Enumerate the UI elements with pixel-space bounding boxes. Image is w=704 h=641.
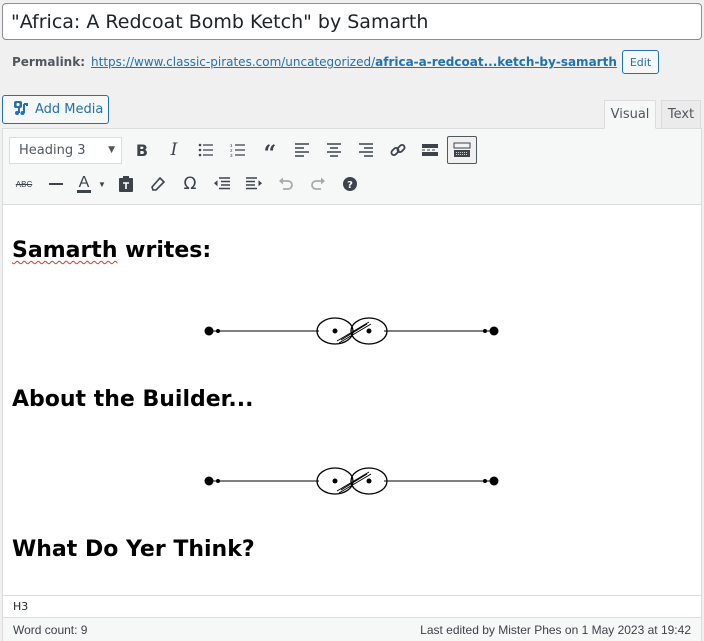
- italic-icon: I: [170, 140, 178, 160]
- svg-text:?: ?: [347, 180, 353, 191]
- clipboard-icon: [119, 176, 133, 192]
- horizontal-line-button[interactable]: [41, 170, 71, 198]
- strikethrough-button[interactable]: ABC: [9, 170, 39, 198]
- post-title-input[interactable]: [3, 4, 701, 39]
- increase-indent-button[interactable]: [239, 170, 269, 198]
- align-left-button[interactable]: [287, 136, 317, 164]
- align-center-icon: [327, 143, 341, 157]
- text-color-dropdown[interactable]: ▼: [95, 170, 109, 198]
- numbered-list-icon: 123: [230, 143, 245, 157]
- align-center-button[interactable]: [319, 136, 349, 164]
- format-select-value: Heading 3: [19, 142, 86, 158]
- link-icon: [390, 144, 406, 156]
- svg-text:3: 3: [230, 153, 233, 157]
- permalink-bar: Permalink: https://www.classic-pirates.c…: [12, 49, 660, 75]
- italic-button[interactable]: I: [159, 136, 189, 164]
- format-select[interactable]: Heading 3 ▼: [9, 136, 122, 164]
- chevron-down-icon: ▼: [98, 179, 106, 189]
- eraser-icon: [151, 177, 165, 191]
- keyboard-shortcuts-button[interactable]: ?: [335, 170, 365, 198]
- add-media-label: Add Media: [35, 102, 104, 117]
- special-character-button[interactable]: Ω: [175, 170, 205, 198]
- redo-button[interactable]: [303, 170, 333, 198]
- permalink-label: Permalink:: [12, 55, 86, 69]
- bulleted-list-button[interactable]: [191, 136, 221, 164]
- misspelled-word[interactable]: Samarth: [12, 238, 118, 263]
- undo-icon: [279, 177, 293, 190]
- insert-link-button[interactable]: [383, 136, 413, 164]
- last-edited: Last edited by Mister Phes on 1 May 2023…: [420, 622, 691, 637]
- strikethrough-icon: ABC: [15, 179, 33, 189]
- text-color-icon: A: [76, 173, 92, 193]
- paste-as-text-button[interactable]: [111, 170, 141, 198]
- editor-content[interactable]: Samarth writes: About the Builder... Wha…: [3, 205, 701, 595]
- ornamental-divider: [204, 317, 499, 345]
- decrease-indent-button[interactable]: [207, 170, 237, 198]
- bold-button[interactable]: B: [127, 136, 157, 164]
- tab-visual[interactable]: Visual: [604, 100, 656, 129]
- align-left-icon: [295, 143, 309, 157]
- blockquote-icon: “: [263, 141, 277, 167]
- post-status-info: Word count: 9 Last edited by Mister Phes…: [3, 617, 701, 641]
- element-path-h3[interactable]: H3: [13, 600, 28, 613]
- heading-about-builder[interactable]: About the Builder...: [12, 387, 253, 412]
- editor-toolbar: Heading 3 ▼ B I 123 “ ABC A ▼ Ω ?: [3, 129, 701, 205]
- tab-text[interactable]: Text: [661, 100, 701, 129]
- undo-button[interactable]: [271, 170, 301, 198]
- numbered-list-button[interactable]: 123: [223, 136, 253, 164]
- read-more-icon: [422, 144, 438, 156]
- toolbar-toggle-button[interactable]: [447, 136, 477, 164]
- outdent-icon: [214, 177, 230, 190]
- align-right-button[interactable]: [351, 136, 381, 164]
- horizontal-line-icon: [49, 183, 63, 185]
- clear-formatting-button[interactable]: [143, 170, 173, 198]
- bold-icon: B: [135, 140, 149, 160]
- edit-permalink-button[interactable]: Edit: [621, 50, 660, 74]
- keyboard-icon: [453, 142, 471, 157]
- read-more-button[interactable]: [415, 136, 445, 164]
- element-path: H3: [3, 595, 701, 617]
- permalink-link[interactable]: https://www.classic-pirates.com/uncatego…: [91, 55, 617, 69]
- omega-icon: Ω: [183, 174, 197, 194]
- add-media-button[interactable]: Add Media: [2, 95, 109, 124]
- help-icon: ?: [343, 177, 357, 191]
- heading-samarth-writes[interactable]: Samarth writes:: [12, 238, 211, 263]
- bulleted-list-icon: [198, 143, 213, 157]
- blockquote-button[interactable]: “: [255, 136, 285, 167]
- ornamental-divider: [204, 467, 499, 495]
- align-right-icon: [359, 143, 373, 157]
- text-color-button[interactable]: A: [73, 170, 95, 198]
- word-count: Word count: 9: [13, 622, 88, 637]
- editor: Heading 3 ▼ B I 123 “ ABC A ▼ Ω ? Samart…: [2, 128, 702, 641]
- heading-what-do-yer-think[interactable]: What Do Yer Think?: [12, 537, 255, 562]
- post-title-field[interactable]: [2, 3, 702, 40]
- indent-icon: [246, 177, 262, 190]
- media-icon: [13, 100, 29, 120]
- redo-icon: [311, 177, 325, 190]
- chevron-down-icon: ▼: [108, 145, 115, 155]
